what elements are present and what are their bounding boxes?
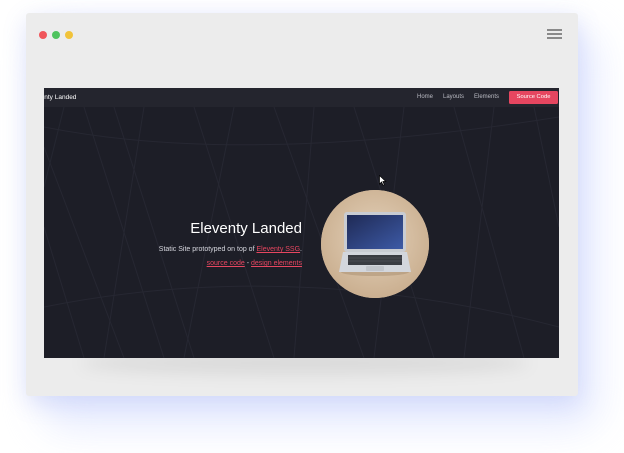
nav-elements-link[interactable]: Elements (474, 88, 499, 107)
nav-layouts-link[interactable]: Layouts (443, 88, 464, 107)
close-dot-icon[interactable] (39, 31, 47, 39)
hero-links: source code - design elements (207, 260, 302, 267)
laptop-illustration (321, 190, 429, 298)
hero-description-text: Static Site prototyped on top of (158, 246, 257, 253)
design-elements-link[interactable]: design elements (251, 260, 302, 267)
laptop-photo (321, 190, 429, 298)
hero-description-period: . (300, 246, 302, 253)
maximize-dot-icon[interactable] (65, 31, 73, 39)
hero-description: Static Site prototyped on top of Elevent… (159, 246, 302, 253)
hamburger-menu-icon[interactable] (547, 29, 562, 39)
hero-title: Eleventy Landed (190, 220, 302, 237)
mouse-cursor-icon (379, 175, 387, 186)
site-brand[interactable]: Eleventy Landed (44, 88, 76, 107)
source-code-link[interactable]: source code (207, 260, 245, 267)
minimize-dot-icon[interactable] (52, 31, 60, 39)
site-navbar: Eleventy Landed Home Layouts Elements So… (44, 88, 559, 107)
eleventy-ssg-link[interactable]: Eleventy SSG (256, 246, 300, 253)
source-code-button[interactable]: Source Code (509, 91, 558, 104)
nav-home-link[interactable]: Home (417, 88, 433, 107)
website-screenshot: Eleventy Landed Home Layouts Elements So… (44, 88, 559, 358)
